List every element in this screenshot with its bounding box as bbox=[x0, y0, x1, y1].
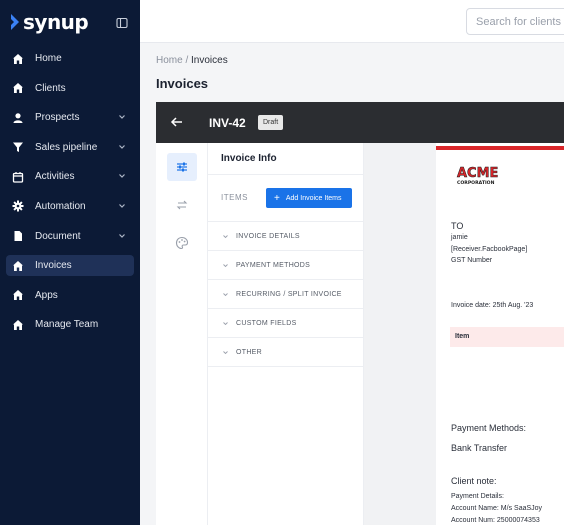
sidebar-item-home[interactable]: Home bbox=[6, 48, 134, 69]
funnel-icon bbox=[12, 141, 24, 153]
svg-text:CORPORATION: CORPORATION bbox=[457, 180, 495, 186]
payment-method-value: Bank Transfer bbox=[451, 443, 508, 453]
section-invoice-details[interactable]: INVOICE DETAILS bbox=[208, 222, 364, 251]
preview-accent-strip bbox=[436, 146, 564, 150]
items-label: ITEMS bbox=[221, 193, 248, 202]
section-label: CUSTOM FIELDS bbox=[236, 319, 297, 327]
sidebar: synup Home Clients Prospects Sales pipel… bbox=[0, 0, 140, 525]
section-label: INVOICE DETAILS bbox=[236, 232, 300, 240]
client-note-label: Client note: bbox=[451, 476, 497, 486]
chevron-down-icon bbox=[223, 321, 228, 325]
section-other[interactable]: OTHER bbox=[208, 338, 364, 367]
logo-mark-icon bbox=[11, 14, 19, 30]
add-invoice-items-button[interactable]: + Add Invoice Items bbox=[266, 188, 352, 208]
sidebar-item-label: Invoices bbox=[35, 260, 72, 272]
to-label: TO bbox=[451, 221, 464, 231]
home-icon bbox=[12, 319, 24, 331]
breadcrumb: Home / Invoices bbox=[156, 55, 228, 66]
sidebar-item-label: Clients bbox=[35, 82, 66, 94]
settings-sliders-button[interactable] bbox=[167, 153, 197, 181]
swap-icon bbox=[176, 200, 188, 210]
sidebar-item-label: Apps bbox=[35, 289, 58, 301]
item-column-header: Item bbox=[450, 327, 564, 347]
home-icon bbox=[12, 289, 24, 301]
back-arrow-icon[interactable] bbox=[170, 115, 184, 129]
gst-number: GST Number bbox=[451, 257, 493, 264]
section-custom-fields[interactable]: CUSTOM FIELDS bbox=[208, 309, 364, 338]
sidebar-item-sales-pipeline[interactable]: Sales pipeline bbox=[6, 137, 134, 158]
invoice-header-bar: INV-42 Draft bbox=[156, 102, 564, 143]
sidebar-item-manage-team[interactable]: Manage Team bbox=[6, 314, 134, 335]
sidebar-item-label: Automation bbox=[35, 200, 86, 212]
chevron-down-icon bbox=[119, 115, 125, 120]
sidebar-item-activities[interactable]: Activities bbox=[6, 166, 134, 187]
chevron-down-icon bbox=[223, 234, 228, 238]
page-title: Invoices bbox=[156, 76, 209, 91]
sidebar-item-label: Home bbox=[35, 53, 62, 64]
synup-logo[interactable]: synup bbox=[10, 10, 89, 34]
sidebar-item-clients[interactable]: Clients bbox=[6, 78, 134, 99]
payment-methods-label: Payment Methods: bbox=[451, 423, 527, 433]
sidebar-item-label: Document bbox=[35, 230, 81, 242]
sliders-icon bbox=[177, 162, 187, 172]
section-label: RECURRING / SPLIT INVOICE bbox=[236, 290, 342, 298]
home-icon bbox=[12, 82, 24, 94]
sidebar-item-label: Activities bbox=[35, 171, 75, 183]
acme-logo: ACME CORPORATION bbox=[457, 166, 499, 186]
breadcrumb-current: Invoices bbox=[191, 55, 228, 66]
status-badge: Draft bbox=[258, 115, 284, 130]
editor-tool-column bbox=[156, 143, 208, 525]
invoice-preview: ACME CORPORATION TO jamie [Receiver.Facb… bbox=[436, 143, 564, 525]
chevron-down-icon bbox=[223, 350, 228, 354]
top-bar: Search for clients bbox=[140, 0, 564, 43]
section-label: OTHER bbox=[236, 348, 262, 356]
chevron-down-icon bbox=[119, 204, 125, 208]
invoice-number: INV-42 bbox=[209, 116, 246, 130]
gear-icon bbox=[12, 200, 24, 212]
chevron-down-icon bbox=[223, 292, 228, 296]
swap-button[interactable] bbox=[167, 191, 197, 219]
account-number: Account Num: 25000074353 bbox=[451, 517, 540, 524]
receiver-name: jamie bbox=[451, 234, 468, 241]
plus-icon: + bbox=[274, 192, 280, 204]
sidebar-item-label: Prospects bbox=[35, 112, 80, 124]
add-invoice-items-label: Add Invoice Items bbox=[285, 194, 342, 202]
section-recurring-split-invoice[interactable]: RECURRING / SPLIT INVOICE bbox=[208, 280, 364, 309]
search-input[interactable]: Search for clients bbox=[466, 8, 564, 35]
invoice-info-panel: Invoice Info ITEMS + Add Invoice Items I… bbox=[208, 143, 364, 525]
sidebar-item-label: Sales pipeline bbox=[35, 141, 98, 153]
breadcrumb-home-link[interactable]: Home bbox=[156, 55, 183, 66]
sidebar-item-document[interactable]: Document bbox=[6, 226, 134, 247]
chevron-down-icon bbox=[119, 174, 125, 179]
divider bbox=[208, 174, 364, 175]
sidebar-item-invoices[interactable]: Invoices bbox=[6, 255, 134, 277]
section-label: PAYMENT METHODS bbox=[236, 261, 311, 269]
home-icon bbox=[12, 53, 24, 65]
palette-icon bbox=[175, 236, 189, 250]
sidebar-item-apps[interactable]: Apps bbox=[6, 285, 134, 306]
home-icon bbox=[12, 260, 24, 272]
section-payment-methods[interactable]: PAYMENT METHODS bbox=[208, 251, 364, 280]
invoice-info-title: Invoice Info bbox=[221, 153, 277, 164]
preview-gutter bbox=[364, 143, 436, 525]
logo-text: synup bbox=[23, 10, 89, 34]
chevron-down-icon bbox=[119, 233, 125, 238]
receiver-page: [Receiver.FacbookPage] bbox=[451, 246, 528, 253]
sidebar-item-automation[interactable]: Automation bbox=[6, 196, 134, 217]
invoice-date: Invoice date: 25th Aug. '23 bbox=[451, 302, 534, 309]
sidebar-item-prospects[interactable]: Prospects bbox=[6, 107, 134, 128]
sidebar-nav: Home Clients Prospects Sales pipeline Ac… bbox=[6, 48, 134, 344]
sidebar-collapse-icon[interactable] bbox=[116, 17, 128, 29]
account-name: Account Name: M/s SaaSJoy bbox=[451, 505, 543, 512]
theme-button[interactable] bbox=[167, 229, 197, 257]
chevron-down-icon bbox=[119, 144, 125, 149]
user-icon bbox=[12, 112, 24, 124]
svg-text:ACME: ACME bbox=[457, 166, 498, 181]
breadcrumb-separator: / bbox=[182, 55, 192, 66]
chevron-down-icon bbox=[223, 263, 228, 267]
document-icon bbox=[12, 230, 24, 242]
payment-details: Payment Details: bbox=[451, 493, 504, 500]
calendar-icon bbox=[12, 171, 24, 183]
sidebar-item-label: Manage Team bbox=[35, 319, 99, 331]
